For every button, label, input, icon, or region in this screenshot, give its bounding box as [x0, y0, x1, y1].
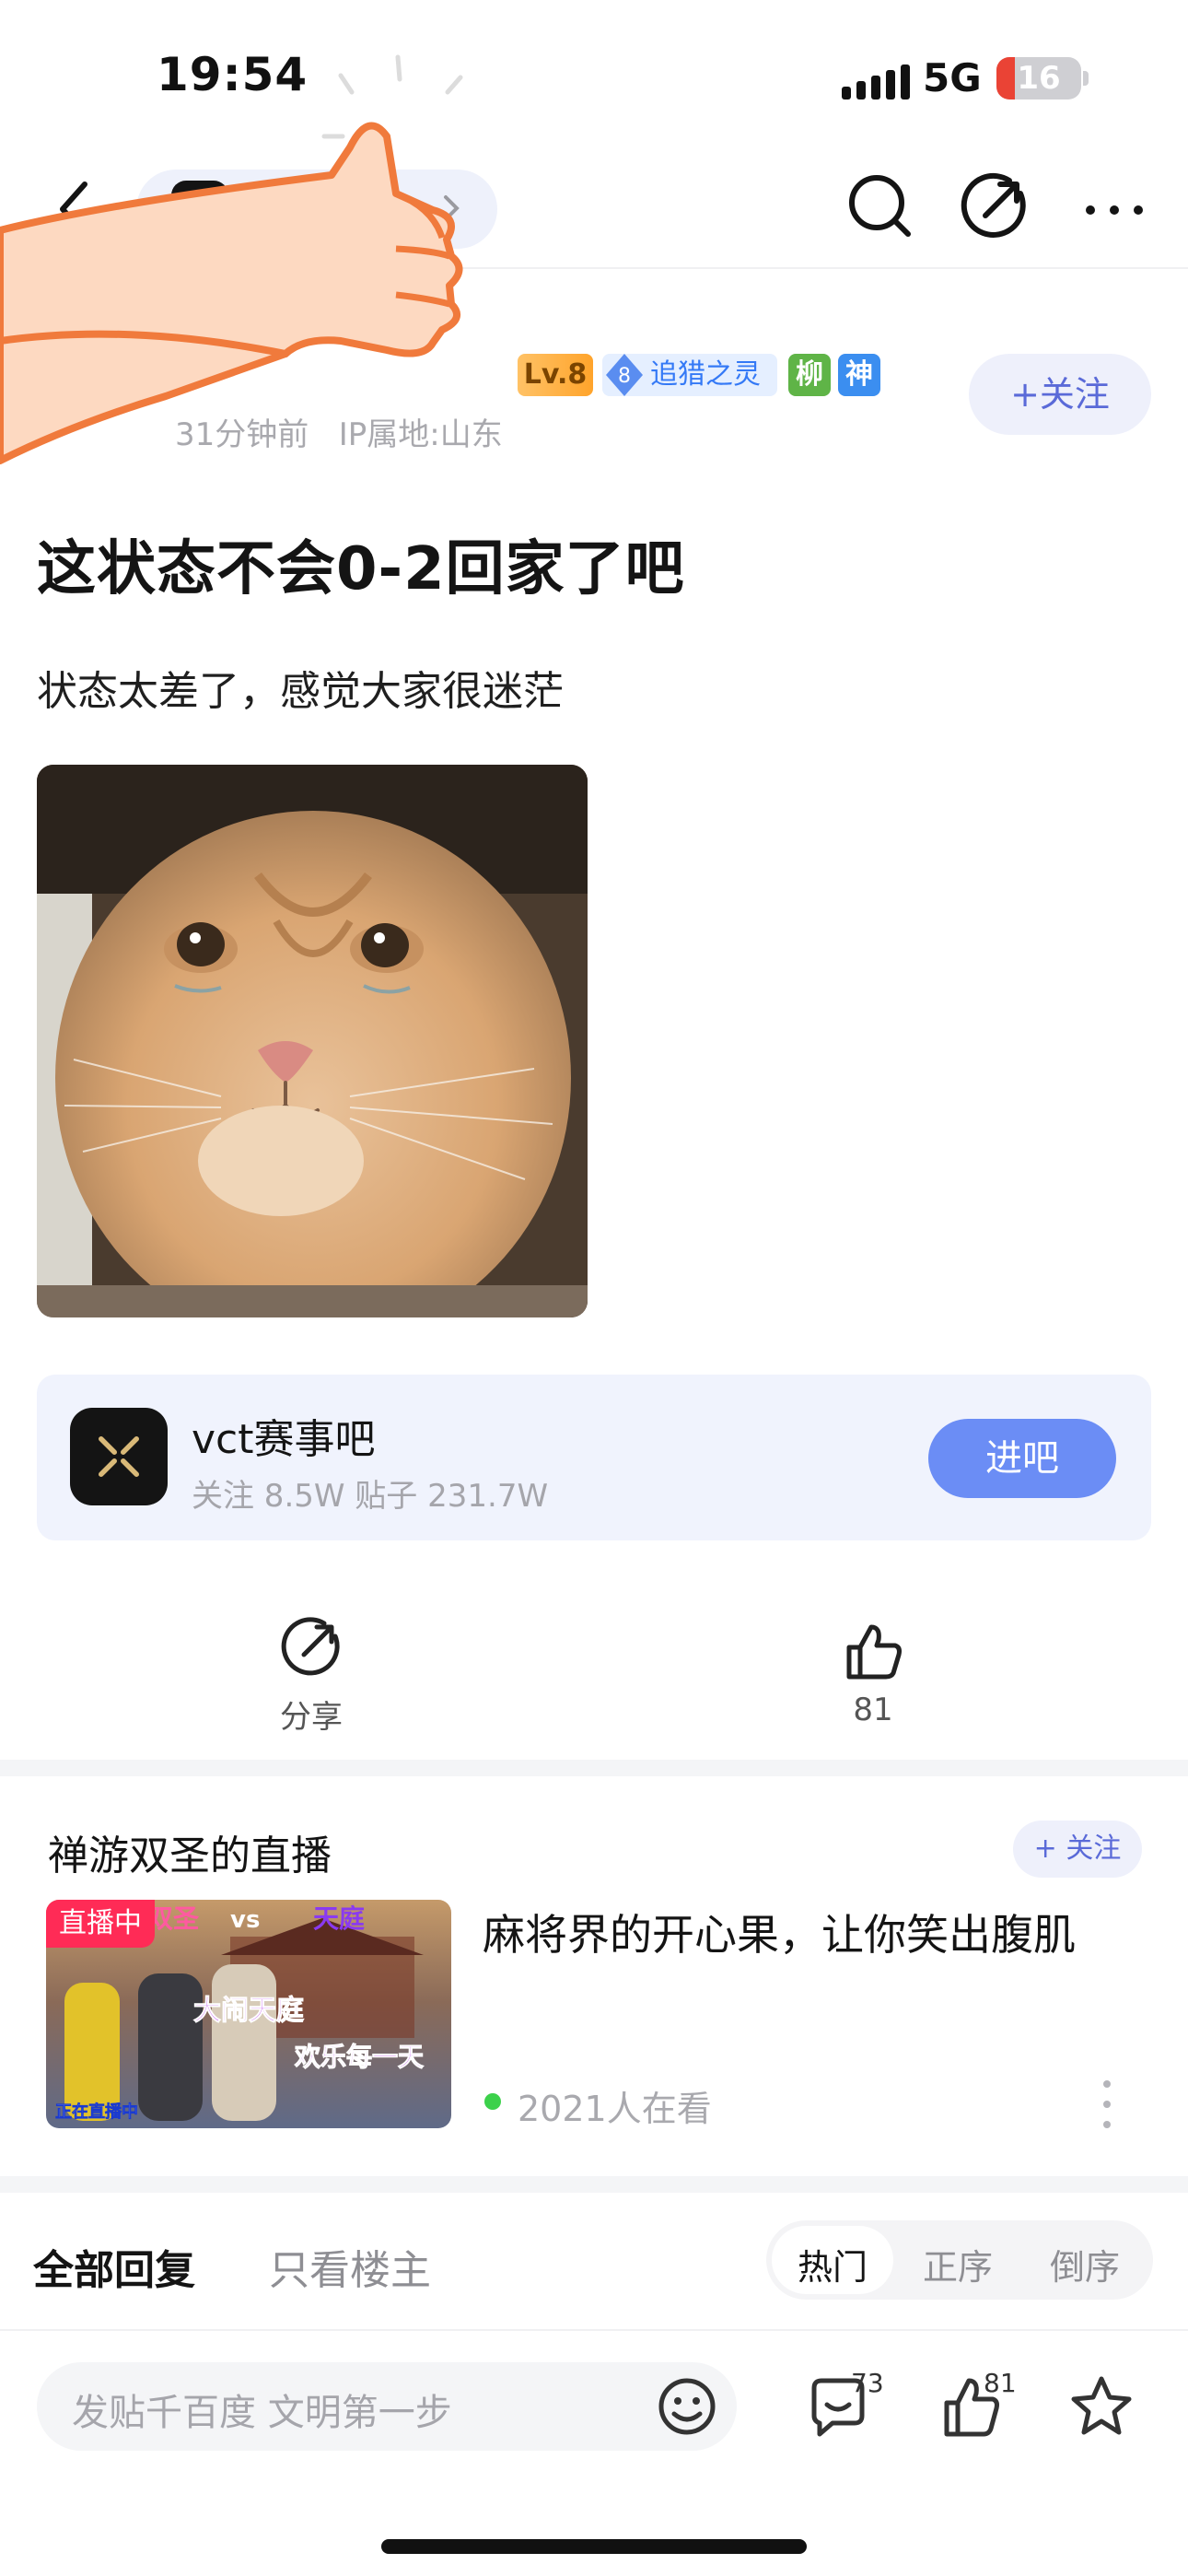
battery-level: 16	[1017, 60, 1061, 97]
live-viewers: 2021人在看	[518, 2089, 712, 2129]
cellular-signal-icon	[842, 61, 910, 100]
post-ip: IP属地:山东	[338, 416, 503, 453]
like-count: 81	[853, 1692, 893, 1728]
forum-pill-name: vct赛事	[241, 196, 385, 243]
forum-logo-icon	[171, 181, 228, 238]
live-dot-icon	[484, 2093, 501, 2110]
more-icon[interactable]	[1077, 170, 1151, 243]
share-label[interactable]: 分享	[238, 1692, 385, 1737]
enter-forum-button[interactable]: 进吧	[928, 1419, 1116, 1498]
post-body: 状态太差了，感觉大家很迷茫	[37, 668, 564, 715]
star-favorite-icon[interactable]	[1065, 2370, 1138, 2443]
home-indicator	[381, 2539, 807, 2554]
share-edit-icon[interactable]	[958, 170, 1031, 243]
live-status-badge: 直播中	[46, 1900, 155, 1948]
comment-count: 73	[851, 2368, 884, 2398]
live-description[interactable]: 麻将界的开心果，让你笑出腹肌	[483, 1902, 1076, 1962]
section-divider	[0, 1760, 1188, 1776]
crying-cat-image[interactable]	[37, 765, 588, 1317]
thumb-text-5: 欢乐每一天	[294, 2042, 424, 2072]
status-time: 19:54	[157, 48, 309, 101]
like-icon[interactable]	[840, 1618, 906, 1684]
post-time: 31分钟前	[175, 416, 309, 453]
follow-live-button[interactable]: + 关注	[1013, 1821, 1142, 1878]
battery-icon: 16	[996, 57, 1081, 100]
network-type: 5G	[923, 55, 982, 100]
emoji-icon[interactable]	[650, 2370, 724, 2443]
badge-liu: 柳	[788, 354, 831, 396]
thumb-text-1: 双圣	[147, 1903, 200, 1934]
live-section-title: 禅游双圣的直播	[48, 1832, 332, 1879]
thumb-text-2: vs	[230, 1906, 260, 1934]
follow-author-button[interactable]: +关注	[969, 354, 1151, 435]
forum-card-stats: 关注 8.5W 贴子 231.7W	[192, 1478, 549, 1515]
more-vertical-icon[interactable]	[1101, 2078, 1112, 2130]
user-level-badge: Lv.8	[518, 354, 593, 396]
nav-divider	[0, 267, 1188, 269]
forum-card-name: vct赛事吧	[192, 1416, 376, 1463]
chevron-right-icon	[444, 195, 460, 221]
comment-placeholder: 发贴千百度 文明第一步	[72, 2392, 452, 2434]
share-icon[interactable]	[278, 1614, 344, 1680]
section-divider	[0, 2176, 1188, 2193]
bottom-like-count: 81	[984, 2368, 1017, 2398]
post-title: 这状态不会0-2回家了吧	[37, 535, 685, 603]
thumb-text-6: 正在直播中	[55, 2102, 138, 2122]
thumb-text-3: 天庭	[313, 1903, 365, 1934]
tab-all-replies[interactable]: 全部回复	[33, 2237, 195, 2296]
post-meta: 31分钟前 IP属地:山东	[175, 409, 503, 454]
search-icon[interactable]	[844, 170, 917, 243]
tab-host-only[interactable]: 只看楼主	[269, 2237, 431, 2296]
diamond-rank-icon: 8	[606, 354, 643, 396]
sort-ascending[interactable]: 正序	[897, 2239, 1019, 2289]
sort-hot[interactable]: 热门	[772, 2239, 893, 2289]
badge-shen: 神	[838, 354, 880, 396]
back-icon[interactable]	[48, 177, 103, 241]
sort-descending[interactable]: 倒序	[1024, 2239, 1146, 2289]
bottom-bar-divider	[0, 2329, 1188, 2331]
battery-tip	[1083, 71, 1089, 86]
thumb-text-4: 大闹天庭	[193, 1995, 304, 2027]
svg-text:8: 8	[618, 365, 631, 388]
forum-logo-icon	[70, 1408, 168, 1505]
